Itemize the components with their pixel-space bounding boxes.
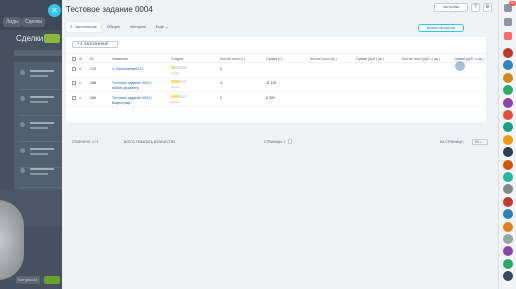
background-tab-leads[interactable]: Лиды xyxy=(3,17,22,27)
background-title: Сделки xyxy=(16,34,44,43)
column-name[interactable]: Название xyxy=(112,57,128,61)
stage-label: Выплат xyxy=(171,101,180,104)
contact-avatar[interactable] xyxy=(503,172,513,182)
contact-avatar[interactable] xyxy=(503,209,513,220)
contact-avatar[interactable] xyxy=(503,246,513,257)
row-sum: 6 000 xyxy=(266,96,275,100)
right-rail: 99 xyxy=(498,0,516,289)
search-icon[interactable] xyxy=(504,18,512,26)
table-card: + З. ЗАПОЛНЕНИЕ ⚙ ID Название Стадия Кол… xyxy=(66,37,488,145)
row-checkbox[interactable] xyxy=(72,67,76,71)
contact-avatar[interactable] xyxy=(503,60,513,71)
stage-label: Создан xyxy=(171,72,180,75)
column-stage[interactable]: Стадия xyxy=(171,57,183,61)
background-row[interactable] xyxy=(18,118,62,142)
star-icon[interactable]: ☆ xyxy=(140,6,144,12)
contact-avatar[interactable] xyxy=(503,221,513,232)
settings-button[interactable]: настройки xyxy=(434,3,468,12)
contact-avatar[interactable] xyxy=(503,196,513,207)
help-button[interactable]: ? xyxy=(471,3,480,12)
mouse-cursor xyxy=(455,61,465,71)
row-checkbox[interactable] xyxy=(72,96,76,100)
row-name-link[interactable]: 3. Заполнение#170 xyxy=(112,67,143,71)
row-id: 166 xyxy=(90,96,96,100)
background-row[interactable] xyxy=(18,164,62,188)
row-menu-icon[interactable]: ≡ xyxy=(79,81,81,85)
calendar-icon[interactable] xyxy=(504,32,512,40)
row-qty: 0 xyxy=(220,67,222,71)
contact-avatar[interactable] xyxy=(503,271,513,282)
show-total-link[interactable]: ВСЕГО: ПОКАЗАТЬ КОЛИЧЕСТВО xyxy=(124,140,175,144)
table-header: ⚙ ID Название Стадия Кол-во посл (т.) Су… xyxy=(66,53,486,63)
tabs: З. Заполнение Общее История Ещё ⌄ xyxy=(66,22,172,34)
contact-avatar[interactable] xyxy=(503,147,513,158)
background-crm: Лиды Сделки Сделки Битрикс24 xyxy=(0,0,62,289)
header-settings-icon[interactable]: ⚙ xyxy=(79,57,82,61)
gear-icon[interactable]: ⚙ xyxy=(483,3,492,12)
column-sum-plan[interactable]: Сумма (т.) xyxy=(266,57,283,61)
per-page-select[interactable]: 10 ⌄ xyxy=(472,139,488,145)
row-menu-icon[interactable]: ≡ xyxy=(79,67,81,71)
column-sum-fact[interactable]: Сумма (руб.) (ф.) xyxy=(356,57,384,61)
table-row[interactable]: ≡ 168 Тестовое задание 0004 / Motion диз… xyxy=(66,78,486,92)
pencil-icon[interactable]: ✎ xyxy=(134,6,138,12)
background-tab-deals[interactable]: Сделки xyxy=(22,17,46,27)
table-row[interactable]: ≡ 170 3. Заполнение#170 Создан 0 xyxy=(66,64,486,78)
pagination: СТРАНИЦЫ: 1 xyxy=(264,140,286,144)
contact-avatar[interactable] xyxy=(503,234,513,244)
background-chip[interactable]: Битрикс24 xyxy=(16,276,40,284)
column-id[interactable]: ID xyxy=(90,57,94,61)
selected-count: ОТМЕЧЕНО: 0 / 3 xyxy=(72,140,99,144)
background-row[interactable] xyxy=(18,66,62,90)
tab-fill[interactable]: З. Заполнение xyxy=(66,22,102,32)
page-input[interactable] xyxy=(288,139,292,144)
tab-more[interactable]: Ещё ⌄ xyxy=(152,22,173,32)
row-id: 170 xyxy=(90,67,96,71)
row-name-link[interactable]: Тестовое задание 0004 / Видеограф xyxy=(112,96,160,105)
entity-slider: Тестовое задание 0004 ✎ ☆ настройки ? ⚙ … xyxy=(62,0,498,289)
business-process-button[interactable]: Бизнес-процессы xyxy=(418,24,464,32)
row-menu-icon[interactable]: ≡ xyxy=(79,96,81,100)
tab-history[interactable]: История xyxy=(126,22,150,32)
background-row[interactable] xyxy=(18,92,62,116)
background-toolbar xyxy=(14,50,62,56)
select-all-checkbox[interactable] xyxy=(72,57,76,61)
contact-avatar[interactable] xyxy=(503,258,513,269)
row-id: 168 xyxy=(90,81,96,85)
background-green-button[interactable] xyxy=(44,276,60,284)
contact-avatar[interactable] xyxy=(503,97,513,108)
column-qty-plan[interactable]: Кол-во посл (т.) xyxy=(220,57,245,61)
stage-progress[interactable] xyxy=(171,95,187,98)
contact-avatar[interactable] xyxy=(503,159,513,170)
contact-avatar[interactable] xyxy=(503,72,513,83)
column-qty-fact[interactable]: Кол-во посл (ф.) xyxy=(310,57,337,61)
background-widget-image xyxy=(0,200,24,280)
tab-general[interactable]: Общее xyxy=(103,22,124,32)
table-footer: ОТМЕЧЕНО: 0 / 3 ВСЕГО: ПОКАЗАТЬ КОЛИЧЕСТ… xyxy=(66,137,488,147)
row-sum: 11 115 xyxy=(266,81,277,85)
notification-badge: 99 xyxy=(509,1,516,6)
row-qty: 4 xyxy=(220,81,222,85)
column-qty-vat[interactable]: Кол-во посл (руб. с нд.) xyxy=(402,57,440,61)
contact-avatar[interactable] xyxy=(503,184,513,195)
contact-avatar[interactable] xyxy=(503,48,513,58)
contact-avatar[interactable] xyxy=(503,122,513,133)
close-icon[interactable]: ✕ xyxy=(48,4,61,17)
stage-progress[interactable] xyxy=(171,80,187,83)
stage-progress[interactable] xyxy=(171,66,187,69)
row-checkbox[interactable] xyxy=(72,81,76,85)
row-qty: 2 xyxy=(220,96,222,100)
contact-avatar[interactable] xyxy=(503,110,513,120)
contact-avatar[interactable] xyxy=(503,85,513,96)
per-page-label: НА СТРАНИЦЕ: xyxy=(440,140,464,144)
background-create-button[interactable] xyxy=(44,34,60,43)
table-row[interactable]: ≡ 166 Тестовое задание 0004 / Видеограф … xyxy=(66,93,486,107)
contact-avatar[interactable] xyxy=(503,134,513,145)
add-fill-button[interactable]: + З. ЗАПОЛНЕНИЕ xyxy=(72,41,118,48)
stage-label: Выплат xyxy=(171,86,180,89)
row-name-link[interactable]: Тестовое задание 0004 / Motion дизайнер xyxy=(112,81,160,90)
